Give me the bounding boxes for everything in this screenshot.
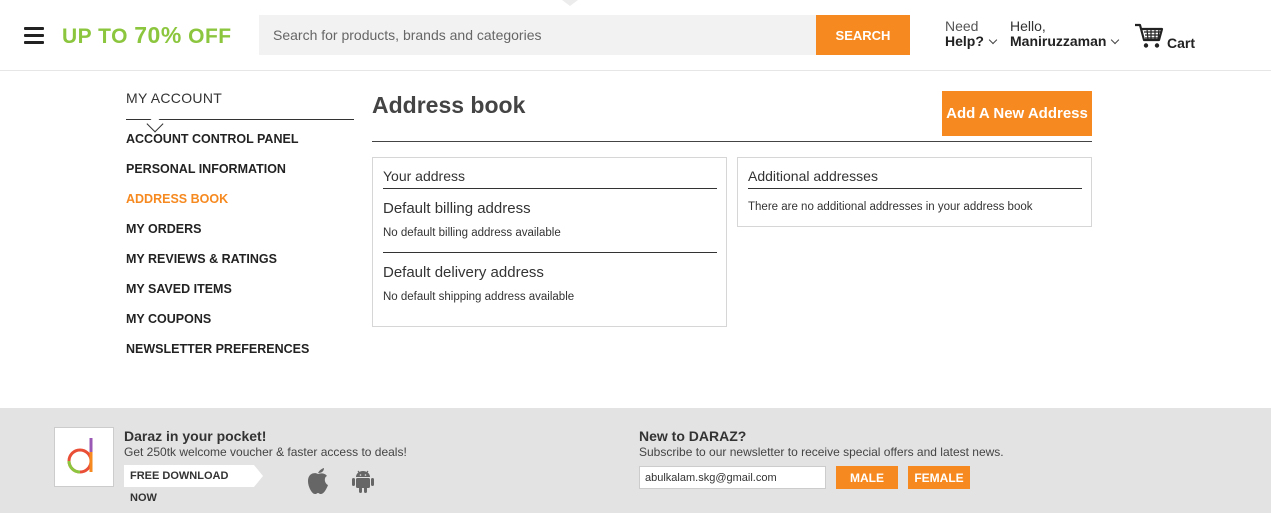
- daraz-logo-icon: [54, 427, 114, 487]
- add-new-address-button[interactable]: Add A New Address: [942, 91, 1092, 136]
- billing-heading: Default billing address: [383, 200, 531, 217]
- newsletter-title: New to DARAZ?: [639, 428, 747, 444]
- sidebar-item-address-book[interactable]: ADDRESS BOOK: [126, 191, 309, 221]
- pocket-subtitle: Get 250tk welcome voucher & faster acces…: [124, 445, 407, 459]
- card-divider: [383, 252, 717, 253]
- promo-percent: 70%: [134, 22, 182, 48]
- sidebar-item-my-orders[interactable]: MY ORDERS: [126, 221, 309, 251]
- help-menu[interactable]: Need Help?: [945, 18, 998, 49]
- search-input[interactable]: [259, 15, 816, 55]
- menu-icon[interactable]: [24, 27, 44, 44]
- female-button[interactable]: FEMALE: [908, 466, 970, 489]
- footer: Daraz in your pocket! Get 250tk welcome …: [0, 408, 1271, 513]
- sidebar-item-my-reviews-ratings[interactable]: MY REVIEWS & RATINGS: [126, 251, 309, 281]
- sidebar-item-newsletter-preferences[interactable]: NEWSLETTER PREFERENCES: [126, 341, 309, 371]
- newsletter-email-input[interactable]: [639, 466, 826, 489]
- cart-icon: [1135, 23, 1164, 48]
- delivery-text: No default shipping address available: [383, 291, 575, 303]
- your-address-heading: Your address: [383, 168, 465, 184]
- additional-text: There are no additional addresses in you…: [748, 201, 1033, 213]
- account-menu[interactable]: Hello, Maniruzzaman: [1010, 18, 1120, 49]
- apple-icon[interactable]: [305, 465, 331, 500]
- additional-heading: Additional addresses: [748, 168, 878, 184]
- free-download-button[interactable]: FREE DOWNLOAD NOW: [124, 465, 264, 504]
- user-name: Maniruzzaman: [1010, 33, 1107, 49]
- sidebar-item-my-coupons[interactable]: MY COUPONS: [126, 311, 309, 341]
- page-title: Address book: [372, 92, 526, 118]
- sidebar-item-personal-information[interactable]: PERSONAL INFORMATION: [126, 161, 309, 191]
- male-button[interactable]: MALE: [836, 466, 898, 489]
- hello-line1: Hello,: [1010, 18, 1046, 34]
- help-line2: Help?: [945, 33, 984, 49]
- sidebar-item-account-control-panel[interactable]: ACCOUNT CONTROL PANEL: [126, 131, 309, 161]
- promo-suffix: OFF: [181, 25, 232, 48]
- top-header: UP TO 70% OFF SEARCH Need Help? Hello, M…: [0, 0, 1271, 71]
- pocket-title: Daraz in your pocket!: [124, 428, 267, 444]
- promo-prefix: UP TO: [62, 25, 135, 48]
- free-download-label: FREE DOWNLOAD NOW: [124, 465, 254, 504]
- sidebar-item-my-saved-items[interactable]: MY SAVED ITEMS: [126, 281, 309, 311]
- header-notch: [562, 0, 578, 6]
- additional-addresses-card: Additional addresses There are no additi…: [737, 157, 1092, 227]
- account-title: MY ACCOUNT: [126, 90, 223, 106]
- your-address-card: Your address Default billing address No …: [372, 157, 727, 327]
- help-line1: Need: [945, 18, 979, 34]
- delivery-heading: Default delivery address: [383, 264, 544, 281]
- android-icon[interactable]: [351, 468, 375, 499]
- promo-banner[interactable]: UP TO 70% OFF: [62, 22, 232, 49]
- card-divider: [748, 188, 1082, 189]
- title-divider: [372, 141, 1092, 142]
- account-menu-list: ACCOUNT CONTROL PANEL PERSONAL INFORMATI…: [126, 131, 309, 371]
- card-divider: [383, 188, 717, 189]
- cart-button[interactable]: Cart: [1134, 21, 1204, 53]
- billing-text: No default billing address available: [383, 227, 561, 239]
- cart-label: Cart: [1167, 35, 1196, 51]
- search-button[interactable]: SEARCH: [816, 15, 910, 55]
- newsletter-subtitle: Subscribe to our newsletter to receive s…: [639, 445, 1004, 459]
- chevron-down-icon: [988, 35, 998, 45]
- chevron-down-icon: [1111, 35, 1120, 45]
